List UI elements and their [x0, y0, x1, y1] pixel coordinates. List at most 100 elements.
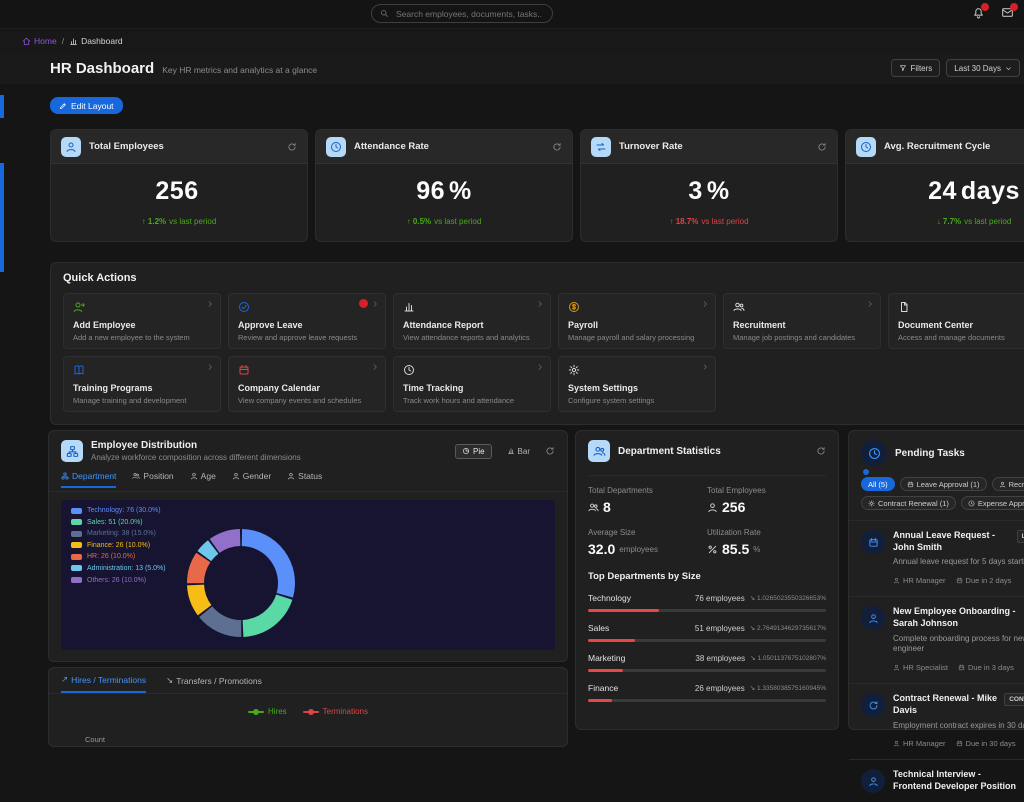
- stat-trend: ↑ 18.7%vs last period: [581, 217, 837, 226]
- legend-label: Technology: 76 (30.0%): [87, 507, 161, 514]
- progress-track: [588, 699, 826, 702]
- stat-value: 24days: [846, 177, 1024, 206]
- legend-item: Marketing: 38 (15.0%): [71, 530, 166, 537]
- percent-icon: [707, 544, 718, 555]
- legend-item: Sales: 51 (20.0%): [71, 519, 166, 526]
- filters-label: Filters: [911, 64, 933, 73]
- task-desc: Annual leave request for 5 days starting…: [893, 557, 1024, 568]
- quick-action-desc: Access and manage documents: [898, 333, 1024, 342]
- progress-track: [588, 639, 826, 642]
- task-title: Technical Interview - Frontend Developer…: [893, 769, 1022, 792]
- quick-action-system-settings[interactable]: System Settings Configure system setting…: [558, 356, 716, 412]
- messages-button[interactable]: [1001, 6, 1014, 19]
- trend-up-icon: ↗: [61, 674, 68, 685]
- progress-fill: [588, 609, 659, 612]
- tab-transfers-promotions[interactable]: ↘ Transfers / Promotions: [166, 674, 262, 693]
- pie-view-toggle[interactable]: Pie: [455, 444, 492, 459]
- tab-department[interactable]: Department: [61, 471, 116, 488]
- user-plus-icon: [73, 301, 85, 313]
- chip-all[interactable]: All (5): [861, 477, 895, 491]
- quick-action-recruitment[interactable]: Recruitment Manage job postings and cand…: [723, 293, 881, 349]
- calendar-icon: [956, 577, 963, 584]
- quick-action-title: Attendance Report: [403, 320, 541, 330]
- chip-expense-approval[interactable]: Expense Approval (1): [961, 496, 1024, 510]
- user-icon: [893, 577, 900, 584]
- calendar-icon: [956, 740, 963, 747]
- quick-action-document-center[interactable]: Document Center Access and manage docume…: [888, 293, 1024, 349]
- chevron-right-icon: [371, 363, 379, 371]
- tab-position[interactable]: Position: [132, 471, 173, 486]
- panel-title: Pending Tasks: [895, 448, 965, 459]
- refresh-icon[interactable]: [552, 142, 562, 152]
- edit-layout-button[interactable]: Edit Layout: [50, 97, 123, 114]
- quick-action-time-tracking[interactable]: Time Tracking Track work hours and atten…: [393, 356, 551, 412]
- date-range-select[interactable]: Last 30 Days: [946, 59, 1020, 77]
- users-icon: [61, 137, 81, 157]
- quick-action-payroll[interactable]: Payroll Manage payroll and salary proces…: [558, 293, 716, 349]
- refresh-icon[interactable]: [545, 446, 555, 456]
- stat-value: 256: [51, 177, 307, 206]
- chevron-right-icon: [206, 300, 214, 308]
- chip-contract-renewal[interactable]: Contract Renewal (1): [861, 496, 956, 510]
- task-title: Annual Leave Request - John Smith: [893, 530, 1011, 553]
- y-axis-label: Count: [85, 735, 105, 744]
- refresh-icon[interactable]: [287, 142, 297, 152]
- gear-icon: [568, 364, 580, 376]
- global-search[interactable]: [371, 4, 553, 23]
- quick-action-add-employee[interactable]: Add Employee Add a new employee to the s…: [63, 293, 221, 349]
- dept-row-sales: Sales51 employees↘ 2.7649134629735617%: [588, 623, 826, 642]
- quick-action-approve-leave[interactable]: Approve Leave Review and approve leave r…: [228, 293, 386, 349]
- task-contract-renewal[interactable]: Contract Renewal - Mike Davis CONTRACT R…: [849, 683, 1024, 759]
- quick-action-desc: Review and approve leave requests: [238, 333, 376, 342]
- progress-fill: [588, 669, 623, 672]
- search-input[interactable]: [394, 8, 544, 20]
- refresh-icon[interactable]: [817, 142, 827, 152]
- stat-card-total-employees: Total Employees 256 ↑ 1.2%vs last period: [50, 129, 308, 242]
- stat-cards-row: Total Employees 256 ↑ 1.2%vs last period…: [50, 129, 1024, 242]
- gear-icon: [868, 500, 875, 507]
- user-icon: [232, 472, 240, 480]
- progress-fill: [588, 639, 635, 642]
- tab-status[interactable]: Status: [287, 471, 322, 486]
- notifications-button[interactable]: [972, 6, 985, 19]
- top-departments-title: Top Departments by Size: [588, 571, 826, 582]
- stat-total-departments: Total Departments 8: [588, 486, 707, 515]
- stat-card-title: Avg. Recruitment Cycle: [884, 141, 1024, 152]
- quick-action-title: Time Tracking: [403, 383, 541, 393]
- legend-terminations: Terminations: [303, 707, 368, 716]
- tab-age[interactable]: Age: [190, 471, 216, 486]
- user-icon: [287, 472, 295, 480]
- refresh-icon[interactable]: [816, 446, 826, 456]
- chip-leave-approval[interactable]: Leave Approval (1): [900, 477, 987, 491]
- legend-swatch: [71, 531, 82, 537]
- tab-hires-terminations[interactable]: ↗ Hires / Terminations: [61, 674, 146, 693]
- quick-action-title: System Settings: [568, 383, 706, 393]
- task-new-employee-onboarding[interactable]: New Employee Onboarding - Sarah Johnson …: [849, 596, 1024, 683]
- badge-dot: [863, 469, 869, 475]
- stat-card-title: Turnover Rate: [619, 141, 809, 152]
- distribution-tabs: Department Position Age Gender Status: [49, 471, 567, 492]
- progress-fill: [588, 699, 612, 702]
- chevron-right-icon: [206, 363, 214, 371]
- chevron-right-icon: [536, 363, 544, 371]
- clock-icon: [968, 500, 975, 507]
- clock-icon: [326, 137, 346, 157]
- user-icon: [190, 472, 198, 480]
- message-badge: [1010, 3, 1018, 11]
- quick-action-attendance-report[interactable]: Attendance Report View attendance report…: [393, 293, 551, 349]
- tab-gender[interactable]: Gender: [232, 471, 271, 486]
- quick-action-training-programs[interactable]: Training Programs Manage training and de…: [63, 356, 221, 412]
- bar-view-toggle[interactable]: Bar: [500, 444, 537, 459]
- quick-action-desc: Manage training and development: [73, 396, 211, 405]
- stat-trend: ↑ 0.5%vs last period: [316, 217, 572, 226]
- task-technical-interview[interactable]: Technical Interview - Frontend Developer…: [849, 759, 1024, 802]
- legend-label: Finance: 26 (10.0%): [87, 542, 150, 549]
- legend-label: Others: 26 (10.0%): [87, 577, 146, 584]
- chip-recruitment[interactable]: Recruitment (2): [992, 477, 1024, 491]
- breadcrumb-home-link[interactable]: Home: [22, 36, 57, 46]
- trend-down-icon: ↘: [166, 675, 173, 686]
- task-annual-leave-request[interactable]: Annual Leave Request - John Smith LEAVE …: [849, 520, 1024, 596]
- panel-title: Employee Distribution: [91, 440, 301, 451]
- quick-action-company-calendar[interactable]: Company Calendar View company events and…: [228, 356, 386, 412]
- filters-button[interactable]: Filters: [891, 59, 941, 77]
